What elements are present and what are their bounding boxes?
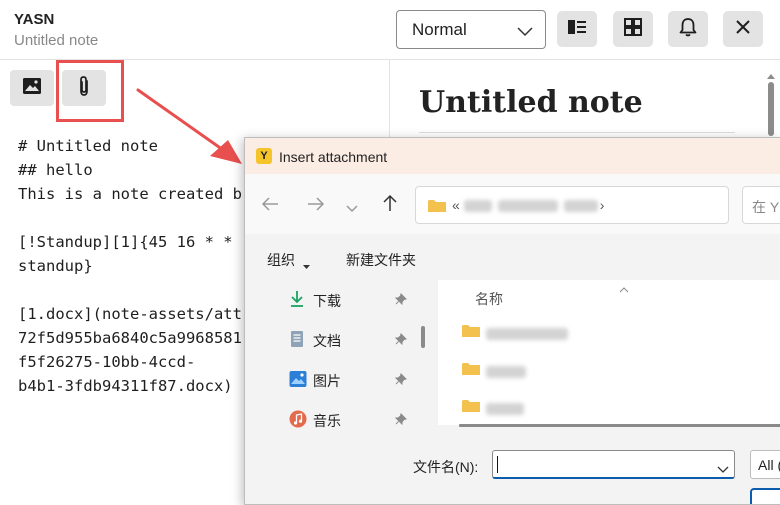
sidebar-scrollbar[interactable] [421, 326, 425, 348]
search-placeholder: 在 Y [752, 199, 780, 215]
sidebar-item-documents[interactable]: 文档 [289, 328, 419, 352]
sidebar-item-label: 文档 [313, 333, 341, 349]
file-list-item[interactable] [462, 360, 762, 380]
redacted-file-name [486, 366, 526, 378]
download-icon [289, 290, 305, 313]
editor-line: f5f26275-10bb-4ccd- [18, 353, 196, 371]
recent-locations-chevron-icon[interactable] [346, 200, 358, 218]
organize-menu-button[interactable]: 组织 [267, 250, 295, 270]
app-logo-icon: Y [256, 148, 272, 164]
filename-input[interactable] [492, 450, 735, 479]
preview-divider [419, 132, 735, 133]
dialog-command-bar: 组织 新建文件夹 [245, 234, 780, 280]
dialog-navigation-bar: «› 在 Y [245, 174, 780, 234]
split-view-icon [567, 19, 587, 40]
address-suffix: › [599, 197, 605, 213]
text-cursor [497, 456, 498, 473]
filename-label: 文件名(N): [413, 459, 479, 475]
editor-line: [1.docx](note-assets/att [18, 305, 242, 323]
address-bar[interactable]: «› [415, 186, 729, 224]
search-input[interactable]: 在 Y [742, 186, 780, 224]
insert-image-button[interactable] [10, 70, 54, 106]
pin-icon [394, 292, 407, 310]
sort-caret-icon [619, 280, 629, 298]
redacted-path-segment [497, 200, 558, 213]
grid-layout-button[interactable] [613, 11, 653, 47]
sidebar-item-music[interactable]: 音乐 [289, 408, 419, 432]
pictures-icon [289, 370, 307, 393]
editor-line: [!Standup][1]{45 16 * * [18, 233, 233, 251]
app-header: YASN Untitled note Normal [0, 0, 780, 60]
dialog-sidebar: 下载 文档 图片 音乐 [245, 280, 421, 436]
redacted-path-segment [563, 200, 598, 213]
music-icon [289, 410, 307, 433]
address-path: «› [452, 197, 604, 213]
pin-icon [394, 332, 407, 350]
open-button[interactable] [750, 488, 780, 504]
sidebar-item-downloads[interactable]: 下载 [289, 288, 419, 312]
folder-icon [462, 324, 480, 343]
editor-line: 72f5d955ba6840c5a9968581 [18, 329, 242, 347]
address-prefix: « [452, 197, 460, 213]
mode-select-value: Normal [412, 20, 467, 39]
column-header-name[interactable]: 名称 [475, 289, 503, 309]
sidebar-item-label: 音乐 [313, 413, 341, 429]
folder-icon [428, 199, 446, 218]
image-icon [22, 77, 42, 100]
back-arrow-icon[interactable] [261, 196, 279, 217]
sidebar-item-pictures[interactable]: 图片 [289, 368, 419, 392]
folder-icon [462, 362, 480, 381]
editor-line: This is a note created b [18, 185, 242, 203]
redacted-file-name [486, 328, 568, 340]
chevron-down-icon [517, 24, 533, 42]
file-type-value: All ( [758, 457, 780, 473]
up-arrow-icon[interactable] [382, 194, 398, 217]
pin-icon [394, 412, 407, 430]
file-list: 名称 [438, 280, 780, 425]
insert-attachment-dialog: Y Insert attachment «› 在 Y 组织 新建文件夹 下载 文… [244, 137, 780, 505]
dialog-titlebar[interactable]: Y Insert attachment [245, 138, 780, 174]
bell-icon [679, 17, 697, 42]
pin-icon [394, 372, 407, 390]
new-folder-button[interactable]: 新建文件夹 [346, 250, 416, 270]
split-view-button[interactable] [557, 11, 597, 47]
folder-icon [462, 399, 480, 418]
dialog-title: Insert attachment [279, 149, 388, 165]
sidebar-item-label: 下载 [313, 293, 341, 309]
mode-select[interactable]: Normal [396, 10, 546, 49]
annotation-arrow [136, 88, 242, 164]
caret-down-icon [303, 256, 310, 274]
editor-line: standup} [18, 257, 93, 275]
forward-arrow-icon[interactable] [307, 196, 325, 217]
preview-scrollbar[interactable] [768, 82, 774, 136]
notifications-button[interactable] [668, 11, 708, 47]
document-icon [289, 330, 305, 353]
app-title: YASN [14, 11, 55, 28]
app-subtitle: Untitled note [14, 32, 99, 49]
editor-line: b4b1-3fdb94311f87.docx) [18, 377, 233, 395]
grid-layout-icon [624, 17, 642, 41]
file-list-item[interactable] [462, 397, 762, 417]
filename-history-chevron-icon[interactable] [717, 461, 729, 479]
redacted-path-segment [463, 200, 492, 213]
sidebar-item-label: 图片 [313, 373, 341, 389]
preview-title: Untitled note [419, 85, 643, 120]
close-icon [735, 19, 751, 40]
file-list-item[interactable] [462, 322, 762, 342]
close-button[interactable] [723, 11, 763, 47]
redacted-file-name [486, 403, 524, 415]
file-type-select[interactable]: All ( [750, 450, 780, 479]
dialog-footer: 文件名(N): All ( [245, 436, 780, 504]
file-list-horizontal-scrollbar[interactable] [459, 424, 780, 427]
attachment-highlight-box [56, 60, 124, 122]
